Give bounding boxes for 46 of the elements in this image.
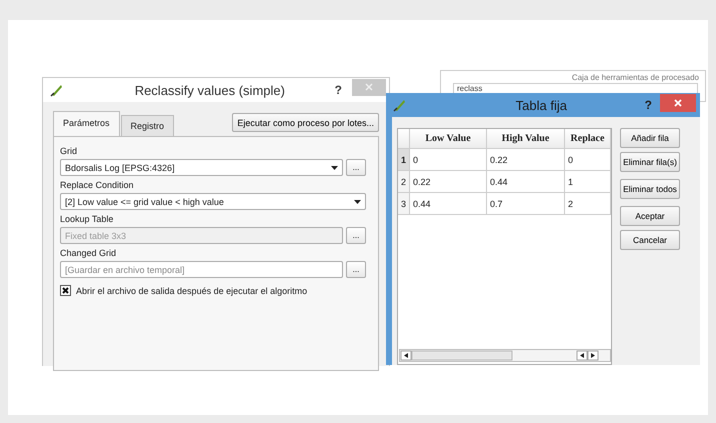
dropdown[interactable]: [2] Low value <= grid value < high value xyxy=(60,193,366,210)
help-button[interactable]: ? xyxy=(644,98,652,112)
table-cell[interactable]: 0.44 xyxy=(487,171,565,193)
field-label: Changed Grid xyxy=(60,248,118,258)
table-cell[interactable]: 2 xyxy=(565,193,611,215)
table-cell[interactable]: 0.22 xyxy=(410,171,487,193)
table-cell[interactable]: 0 xyxy=(410,149,487,171)
close-icon xyxy=(365,83,373,91)
table-cell[interactable]: 1 xyxy=(565,171,611,193)
checkbox[interactable] xyxy=(60,285,71,296)
field-label: Replace Condition xyxy=(60,180,135,190)
tab[interactable]: Parámetros xyxy=(53,111,120,136)
window-title: Caja de herramientas de procesado xyxy=(570,72,700,82)
row-number: 1 xyxy=(398,149,410,171)
horizontal-scrollbar[interactable] xyxy=(399,349,611,362)
table-cell[interactable]: 0.22 xyxy=(487,149,565,171)
input-field[interactable]: [Guardar en archivo temporal] xyxy=(60,261,343,278)
window-title: Tabla fija xyxy=(514,98,568,112)
window-title: Reclassify values (simple) xyxy=(134,82,286,98)
column-header: Replace xyxy=(565,129,611,149)
table-cell[interactable]: 0.44 xyxy=(410,193,487,215)
dialog-button[interactable]: Eliminar fila(s) xyxy=(620,152,680,172)
dropdown[interactable]: Bdorsalis Log [EPSG:4326] xyxy=(60,159,343,176)
checkbox-label: Abrir el archivo de salida después de ejecutar el algoritmo xyxy=(76,286,308,296)
field-label: Grid xyxy=(60,146,78,156)
dialog-button[interactable]: Añadir fila xyxy=(620,128,680,148)
browse-button[interactable]: ... xyxy=(346,261,366,278)
row-number: 3 xyxy=(398,193,410,215)
dropdown-arrow-icon xyxy=(331,166,338,170)
close-icon xyxy=(674,99,682,107)
dropdown-arrow-icon xyxy=(354,200,361,204)
close-button[interactable] xyxy=(660,94,696,112)
batch-process-button[interactable]: Ejecutar como proceso por lotes... xyxy=(232,113,379,132)
row-number: 2 xyxy=(398,171,410,193)
dialog-button[interactable]: Cancelar xyxy=(620,230,680,250)
table-cell[interactable]: 0 xyxy=(565,149,611,171)
browse-button[interactable]: ... xyxy=(346,159,366,176)
table-corner xyxy=(398,129,410,149)
dialog-button[interactable]: Aceptar xyxy=(620,206,680,226)
help-button[interactable]: ? xyxy=(334,83,342,97)
tab[interactable]: Registro xyxy=(120,115,174,136)
column-header: Low Value xyxy=(410,129,487,149)
dialog-button[interactable]: Eliminar todos xyxy=(620,179,680,199)
column-header: High Value xyxy=(487,129,565,149)
table-cell[interactable]: 0.7 xyxy=(487,193,565,215)
field-label: Lookup Table xyxy=(60,214,114,224)
